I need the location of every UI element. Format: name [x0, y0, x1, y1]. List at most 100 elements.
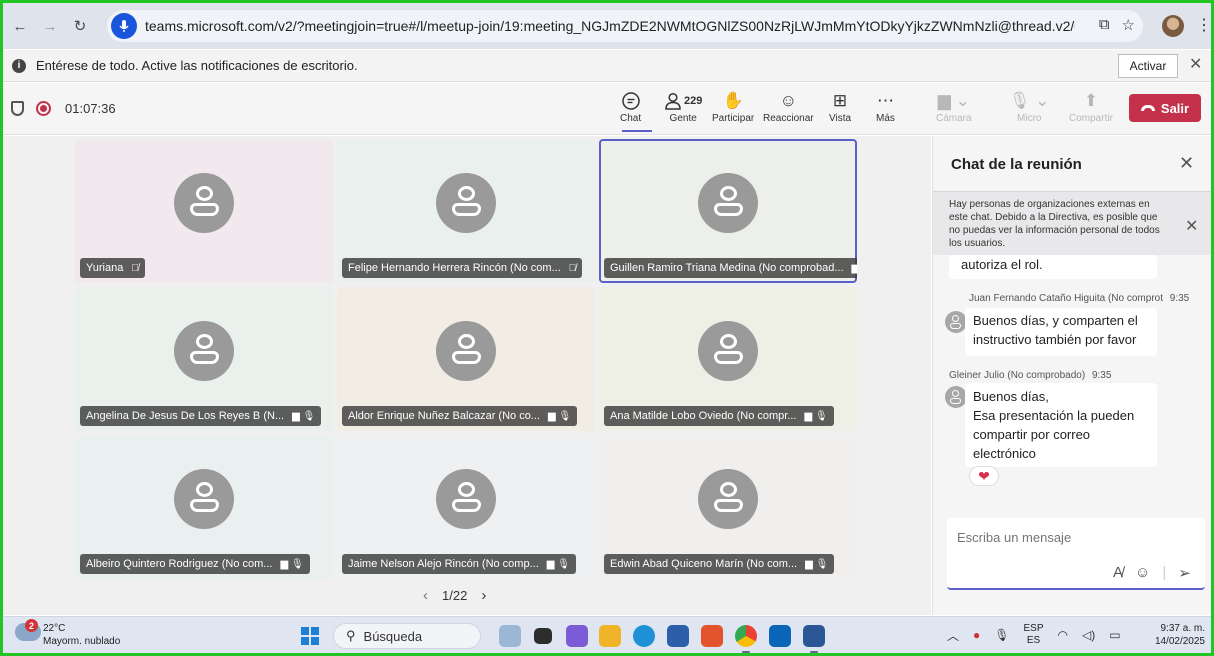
camera-mic-off-icon: ▆ 🎙 — [546, 558, 570, 570]
participant-name: Yuriana — [86, 262, 124, 274]
word-icon[interactable] — [803, 625, 825, 653]
chevron-up-icon[interactable]: ︿ — [947, 627, 959, 644]
wifi-icon[interactable]: ◠ — [1058, 628, 1068, 642]
file-explorer-icon[interactable] — [599, 625, 621, 647]
participant-tile[interactable]: Albeiro Quintero Rodriguez (No com... ▆ 🎙 — [75, 435, 333, 579]
widgets-app-icon[interactable] — [499, 625, 521, 647]
raise-hand-button[interactable]: ✋ Participar — [712, 89, 754, 124]
leave-button[interactable]: Salir — [1129, 94, 1201, 122]
site-mic-icon[interactable] — [111, 13, 137, 39]
activate-button[interactable]: Activar — [1118, 54, 1178, 78]
weather-desc: Mayorm. nublado — [43, 636, 121, 647]
outlook-icon[interactable] — [769, 625, 791, 647]
back-icon[interactable]: ← — [7, 13, 33, 39]
message-author: Gleiner Julio (No comprobado) — [949, 370, 1086, 381]
participant-tile[interactable]: Ana Matilde Lobo Oviedo (No compr... ▆ 🎙 — [599, 287, 857, 431]
windows-taskbar: 2 22°C Mayorm. nublado ⚲ Búsqueda ︿ ● 🎙 … — [3, 616, 1211, 653]
clock-date: 14/02/2025 — [1154, 636, 1205, 647]
banner-text: Hay personas de organizaciones externas … — [949, 199, 1160, 249]
participant-name-tag: Ana Matilde Lobo Oviedo (No compr... ▆ 🎙 — [604, 406, 834, 426]
avatar — [945, 386, 967, 408]
url-text[interactable]: teams.microsoft.com/v2/?meetingjoin=true… — [145, 18, 1075, 34]
chat-button[interactable]: Chat — [620, 89, 641, 124]
star-icon[interactable]: ☆ — [1122, 16, 1135, 34]
app-tray-icon[interactable]: ● — [973, 628, 980, 642]
taskbar-search[interactable]: ⚲ Búsqueda — [333, 623, 481, 649]
avatar — [174, 321, 234, 381]
pagination: ‹ 1/22 › — [423, 587, 486, 604]
profile-avatar[interactable] — [1162, 15, 1184, 37]
share-label: Compartir — [1069, 113, 1113, 124]
mic-button[interactable]: 🎙 ⌄ Micro — [1009, 89, 1050, 124]
format-icon[interactable]: A̸ — [1113, 564, 1123, 582]
system-tray: ︿ ● 🎙 ESP ES ◠ ◁) ▭ — [947, 623, 1121, 647]
chat-title: Chat de la reunión — [951, 156, 1082, 173]
mic-muted-icon: 🎙̸ — [568, 262, 577, 274]
participant-tile[interactable]: Jaime Nelson Alejo Rincón (No comp... ▆ 🎙 — [337, 435, 595, 579]
participant-name-tag: Aldor Enrique Nuñez Balcazar (No co... ▆ … — [342, 406, 578, 426]
battery-icon[interactable]: ▭ — [1109, 628, 1120, 642]
view-button[interactable]: ⊞ Vista — [829, 89, 851, 124]
weather-temp: 22°C — [43, 623, 66, 634]
participant-name: Guillen Ramiro Triana Medina (No comprob… — [610, 262, 844, 274]
participant-tile[interactable]: Yuriana 🎙̸ — [75, 139, 333, 283]
participant-tile[interactable]: Edwin Abad Quiceno Marín (No com... ▆ 🎙 — [599, 435, 857, 579]
participant-tile[interactable]: Guillen Ramiro Triana Medina (No comprob… — [599, 139, 857, 283]
participant-tile[interactable]: Angelina De Jesus De Los Reyes B (N... ▆ … — [75, 287, 333, 431]
react-label: Reaccionar — [763, 113, 814, 124]
participant-tile[interactable]: Felipe Hernando Herrera Rincón (No com..… — [337, 139, 595, 283]
grid-icon: ⊞ — [832, 91, 848, 110]
close-banner-icon[interactable]: ✕ — [1185, 216, 1198, 236]
volume-icon[interactable]: ◁) — [1082, 628, 1095, 642]
copilot-icon[interactable] — [566, 625, 588, 647]
forward-icon[interactable]: → — [37, 13, 63, 39]
participant-tile[interactable]: Aldor Enrique Nuñez Balcazar (No co... ▆ … — [337, 287, 595, 431]
store-icon[interactable] — [667, 625, 689, 647]
camera-mic-off-icon: ▆ 🎙 — [547, 410, 572, 422]
windows-start-icon[interactable] — [301, 627, 319, 645]
emoji-icon[interactable]: ☺ — [1135, 564, 1150, 582]
task-view-icon[interactable] — [534, 628, 552, 644]
reload-icon[interactable]: ↻ — [67, 13, 93, 39]
prev-page-icon[interactable]: ‹ — [423, 587, 428, 604]
send-icon[interactable]: ➢ — [1178, 564, 1191, 582]
camera-button[interactable]: ▆ ⌄ Cámara — [936, 89, 972, 124]
heart-reaction[interactable]: ❤ — [969, 466, 999, 486]
message-line: Buenos días, y comparten el — [973, 313, 1138, 328]
participant-name-tag: Guillen Ramiro Triana Medina (No comprob… — [604, 258, 857, 278]
menu-icon[interactable]: ⋮ — [1196, 15, 1212, 35]
camera-mic-off-icon: ▆ 🎙 — [292, 410, 316, 422]
message-input[interactable] — [957, 530, 1187, 545]
next-page-icon[interactable]: › — [481, 587, 486, 604]
avatar — [174, 173, 234, 233]
weather-widget[interactable]: 22°C Mayorm. nublado — [43, 622, 120, 648]
people-button[interactable]: 229 Gente — [664, 89, 702, 124]
more-button[interactable]: ⋯ Más — [876, 89, 895, 124]
participant-name: Albeiro Quintero Rodriguez (No com... — [86, 558, 273, 570]
notification-text: Entérese de todo. Active las notificacio… — [36, 58, 358, 73]
cast-icon[interactable]: ⧉ — [1099, 16, 1110, 34]
react-button[interactable]: ☺ Reaccionar — [763, 89, 814, 124]
raise-hand-icon: ✋ — [722, 91, 744, 110]
mic-label: Micro — [1017, 113, 1042, 124]
close-chat-icon[interactable]: ✕ — [1179, 153, 1194, 174]
people-icon: 229 — [664, 89, 702, 113]
emoji-icon: ☺ — [779, 91, 797, 110]
participant-name: Edwin Abad Quiceno Marín (No com... — [610, 558, 798, 570]
participant-name: Angelina De Jesus De Los Reyes B (N... — [86, 410, 285, 422]
edge-icon[interactable] — [633, 625, 655, 647]
message-line: Esa presentación la pueden — [973, 408, 1135, 423]
mic-off-icon: 🎙 ⌄ — [1009, 91, 1050, 110]
close-icon[interactable]: ✕ — [1189, 54, 1202, 74]
clock[interactable]: 9:37 a. m. 14/02/2025 — [1149, 622, 1205, 648]
info-icon: i — [12, 58, 26, 73]
address-bar[interactable]: teams.microsoft.com/v2/?meetingjoin=true… — [107, 10, 1143, 42]
chrome-icon[interactable] — [735, 625, 757, 653]
external-banner: Hay personas de organizaciones externas … — [933, 191, 1212, 255]
share-button[interactable]: ⬆ Compartir — [1069, 89, 1113, 124]
mic-tray-icon[interactable]: 🎙 — [994, 628, 1009, 642]
avatar — [436, 321, 496, 381]
language-indicator[interactable]: ESP ES — [1024, 623, 1044, 647]
message-composer[interactable]: A̸ ☺ | ➢ — [947, 518, 1205, 590]
brave-icon[interactable] — [701, 625, 723, 647]
